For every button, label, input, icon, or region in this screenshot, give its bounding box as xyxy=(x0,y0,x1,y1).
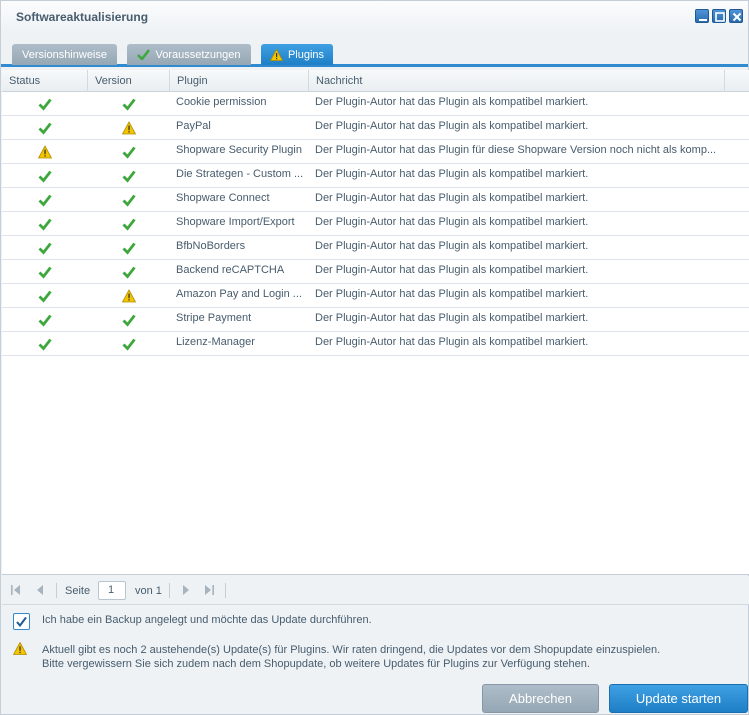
cancel-button[interactable]: Abbrechen xyxy=(482,684,599,713)
column-header-version[interactable]: Version xyxy=(88,70,170,92)
tab-label: Voraussetzungen xyxy=(155,48,241,61)
plugin-name-cell: Shopware Connect xyxy=(176,192,270,204)
tab-plugins[interactable]: Plugins xyxy=(261,44,333,65)
plugin-name-cell: PayPal xyxy=(176,120,211,132)
next-page-icon[interactable] xyxy=(180,584,192,596)
plugin-name-cell: Die Strategen - Custom ... xyxy=(176,168,304,180)
pager-separator xyxy=(225,583,226,598)
plugin-name-cell: Cookie permission xyxy=(176,96,267,108)
pager-separator xyxy=(169,583,170,598)
close-button[interactable] xyxy=(729,9,743,23)
message-cell: Der Plugin-Autor hat das Plugin als komp… xyxy=(315,168,589,180)
message-cell: Der Plugin-Autor hat das Plugin als komp… xyxy=(315,240,589,252)
pagination-toolbar: Seite 1 von 1 xyxy=(2,576,749,605)
message-cell: Der Plugin-Autor hat das Plugin als komp… xyxy=(315,120,589,132)
plugin-name-cell: Backend reCAPTCHA xyxy=(176,264,285,276)
checkmark-icon xyxy=(16,616,27,627)
table-row[interactable]: BfbNoBorders Der Plugin-Autor hat das Plu… xyxy=(2,236,749,260)
notice-line-2: Bitte vergewissern Sie sich zudem nach d… xyxy=(42,658,590,670)
plugin-name-cell: Stripe Payment xyxy=(176,312,252,324)
cancel-button-label: Abbrechen xyxy=(509,691,572,706)
table-row[interactable]: Cookie permission Der Plugin-Autor hat da… xyxy=(2,92,749,116)
maximize-icon xyxy=(715,12,725,22)
tab-bar: Versionshinweise Voraussetzungen Plugins xyxy=(1,33,748,67)
tab-versionshinweise[interactable]: Versionshinweise xyxy=(12,44,117,65)
plugin-name-cell: Lizenz-Manager xyxy=(176,336,255,348)
minimize-button[interactable] xyxy=(695,9,709,23)
tab-label: Plugins xyxy=(287,48,325,61)
message-cell: Der Plugin-Autor hat das Plugin als komp… xyxy=(315,312,589,324)
grid-header: Status Version Plugin Nachricht xyxy=(2,70,749,92)
table-row[interactable]: Lizenz-Manager Der Plugin-Autor hat das P… xyxy=(2,332,749,356)
tab-label: Versionshinweise xyxy=(22,48,107,61)
plugins-grid: Status Version Plugin Nachricht Cookie p… xyxy=(2,70,749,575)
tab-voraussetzungen[interactable]: Voraussetzungen xyxy=(127,44,251,65)
column-header-nachricht[interactable]: Nachricht xyxy=(309,70,725,92)
plugin-name-cell: BfbNoBorders xyxy=(176,240,246,252)
table-row[interactable]: Shopware Import/Export Der Plugin-Autor h… xyxy=(2,212,749,236)
update-window: Softwareaktualisierung Versionshinweise … xyxy=(0,0,749,715)
close-icon xyxy=(732,12,742,22)
page-input[interactable]: 1 xyxy=(98,581,126,600)
table-row[interactable]: Amazon Pay and Login ... Der Plugin-Autor… xyxy=(2,284,749,308)
minimize-icon xyxy=(699,19,707,21)
backup-label[interactable]: Ich habe ein Backup angelegt und möchte … xyxy=(42,614,372,626)
table-row[interactable]: PayPal Der Plugin-Autor hat das Plugin al… xyxy=(2,116,749,140)
window-title: Softwareaktualisierung xyxy=(16,10,149,24)
plugin-name-cell: Shopware Security Plugin xyxy=(176,144,302,156)
pager-separator xyxy=(56,583,57,598)
table-row[interactable]: Shopware Security Plugin Der Plugin-Autor… xyxy=(2,140,749,164)
maximize-button[interactable] xyxy=(712,9,726,23)
plugin-name-cell: Shopware Import/Export xyxy=(176,216,295,228)
table-row[interactable]: Backend reCAPTCHA Der Plugin-Autor hat da… xyxy=(2,260,749,284)
message-cell: Der Plugin-Autor hat das Plugin als komp… xyxy=(315,264,589,276)
start-update-button-label: Update starten xyxy=(635,691,722,706)
start-update-button[interactable]: Update starten xyxy=(609,684,748,713)
column-header-status[interactable]: Status xyxy=(2,70,88,92)
warning-icon xyxy=(269,48,283,61)
message-cell: Der Plugin-Autor hat das Plugin als komp… xyxy=(315,192,589,204)
plugin-name-cell: Amazon Pay and Login ... xyxy=(176,288,302,300)
warning-icon xyxy=(13,642,27,655)
table-row[interactable]: Die Strategen - Custom ... Der Plugin-Aut… xyxy=(2,164,749,188)
page-label: Seite xyxy=(65,585,91,597)
message-cell: Der Plugin-Autor hat das Plugin als komp… xyxy=(315,216,589,228)
message-cell: Der Plugin-Autor hat das Plugin als komp… xyxy=(315,96,589,108)
page-count-label: von 1 xyxy=(135,585,162,597)
table-row[interactable]: Shopware Connect Der Plugin-Autor hat das… xyxy=(2,188,749,212)
title-bar: Softwareaktualisierung xyxy=(1,1,748,33)
backup-checkbox[interactable] xyxy=(13,613,30,630)
message-cell: Der Plugin-Autor hat das Plugin als komp… xyxy=(315,336,589,348)
column-header-plugin[interactable]: Plugin xyxy=(170,70,309,92)
last-page-icon[interactable] xyxy=(203,584,215,596)
notice-line-1: Aktuell gibt es noch 2 austehende(s) Upd… xyxy=(42,644,661,656)
table-row[interactable]: Stripe Payment Der Plugin-Autor hat das P… xyxy=(2,308,749,332)
first-page-icon[interactable] xyxy=(10,584,22,596)
message-cell: Der Plugin-Autor hat das Plugin als komp… xyxy=(315,288,589,300)
check-icon xyxy=(137,49,151,60)
message-cell: Der Plugin-Autor hat das Plugin für dies… xyxy=(315,144,717,156)
previous-page-icon[interactable] xyxy=(35,584,47,596)
